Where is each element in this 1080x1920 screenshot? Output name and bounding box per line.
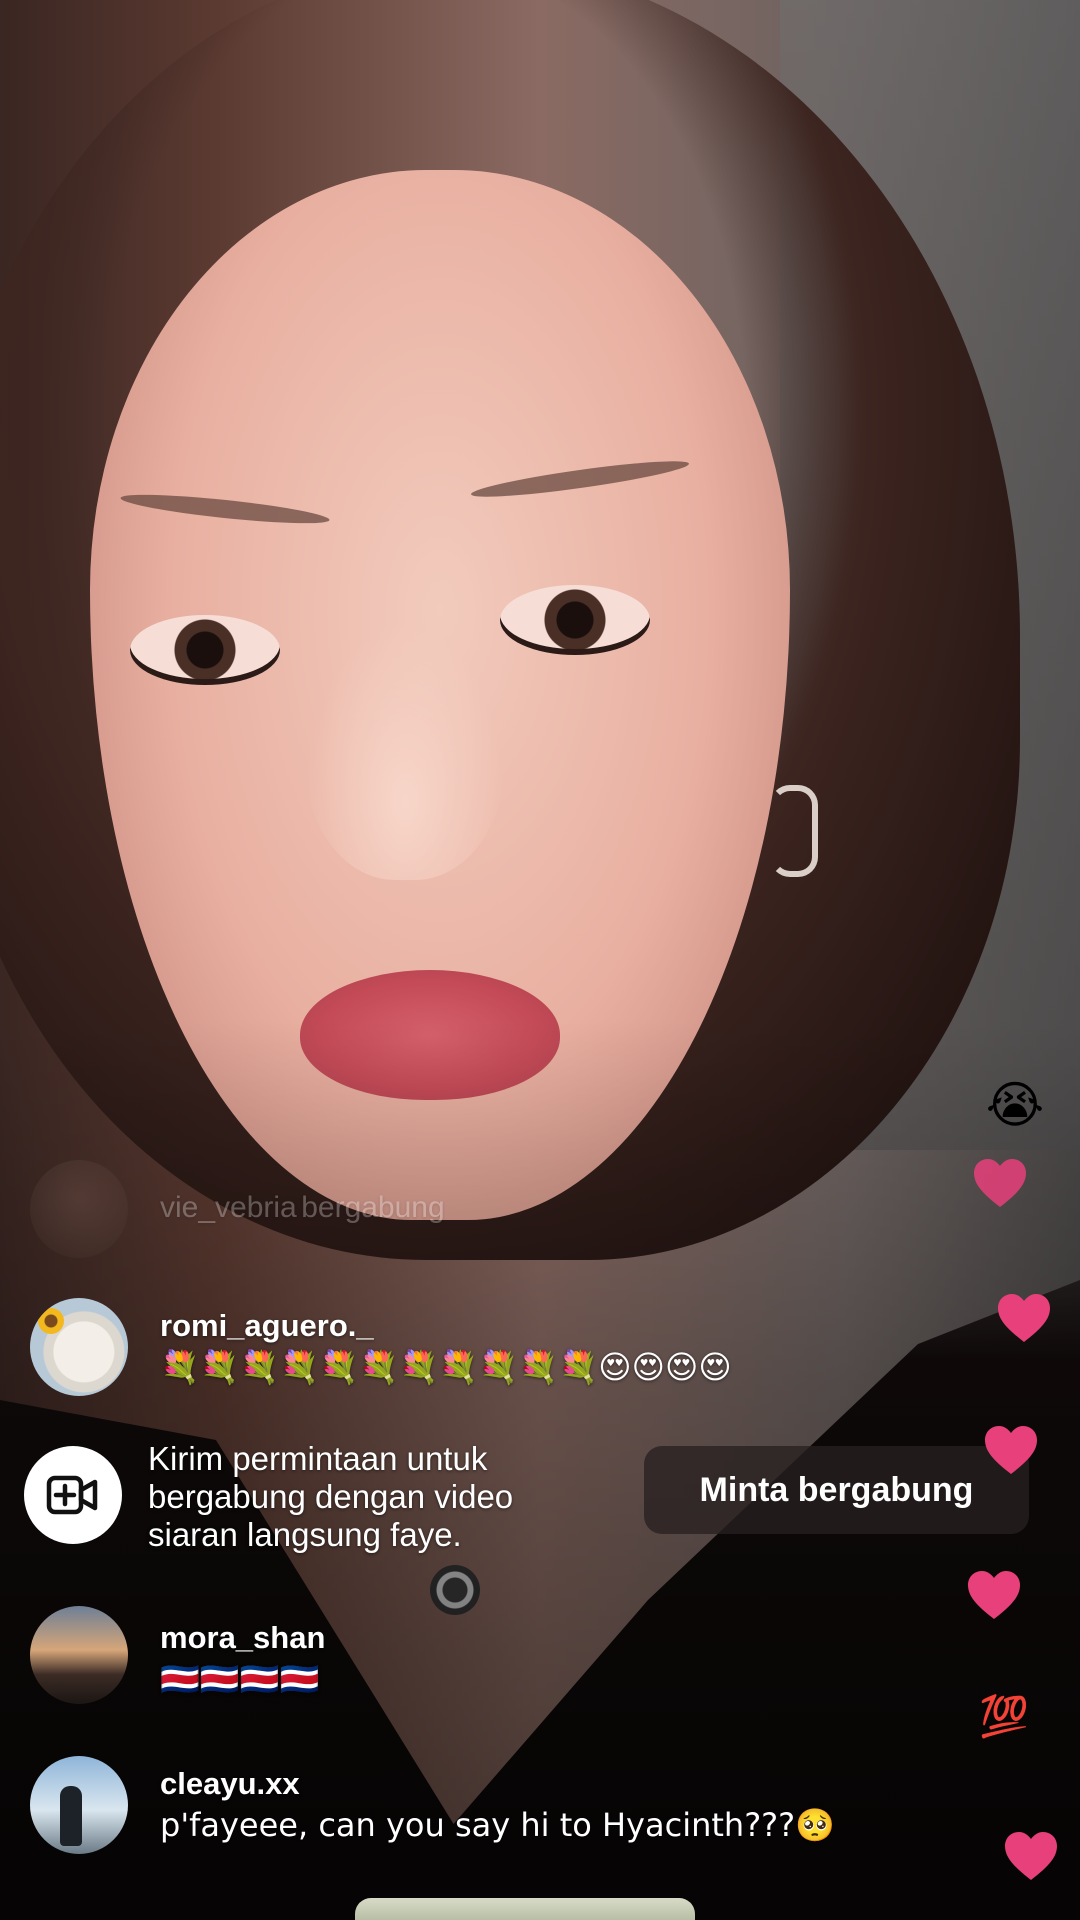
comment-faded: vie_vebria bergabung [30, 1160, 445, 1258]
comment-text: 🇨🇷🇨🇷🇨🇷🇨🇷 [160, 1660, 320, 1698]
request-join-button[interactable]: Minta bergabung [644, 1446, 1029, 1534]
avatar[interactable] [30, 1606, 128, 1704]
reaction-heart [972, 1155, 1028, 1211]
reaction-crying: 😭 [985, 1075, 1045, 1135]
heart-icon [968, 1571, 1020, 1619]
join-request-message: Kirim permintaan untuk bergabung dengan … [148, 1440, 514, 1553]
video-add-icon [46, 1475, 98, 1515]
reaction-hundred: 💯 [972, 1690, 1036, 1744]
live-video-feed: vie_vebria bergabung romi_aguero._ 💐💐💐💐💐… [0, 0, 1080, 1920]
reaction-heart [1003, 1828, 1059, 1884]
comment-item: romi_aguero._ 💐💐💐💐💐💐💐💐💐💐💐😍😍😍😍 [30, 1298, 732, 1396]
heart-icon [985, 1426, 1037, 1474]
reaction-heart [996, 1290, 1052, 1346]
avatar[interactable] [30, 1298, 128, 1396]
heart-icon [998, 1294, 1050, 1342]
comment-username[interactable]: mora_shan [160, 1618, 325, 1658]
comment-item: mora_shan 🇨🇷🇨🇷🇨🇷🇨🇷 [30, 1606, 325, 1704]
reaction-heart [983, 1422, 1039, 1478]
comment-text: 💐💐💐💐💐💐💐💐💐💐💐😍😍😍😍 [160, 1348, 732, 1386]
join-request-row: Kirim permintaan untuk bergabung dengan … [24, 1440, 588, 1554]
comment-item: cleayu.xx p'fayeee, can you say hi to Hy… [30, 1756, 835, 1854]
avatar[interactable] [30, 1160, 128, 1258]
heart-icon [974, 1159, 1026, 1207]
comment-username[interactable]: cleayu.xx [160, 1764, 835, 1804]
comment-text: p'fayeee, can you say hi to Hyacinth???🥺 [160, 1806, 835, 1844]
reaction-heart [966, 1567, 1022, 1623]
heart-icon [1005, 1832, 1057, 1880]
comment-username[interactable]: vie_vebria [160, 1191, 297, 1224]
avatar[interactable] [30, 1756, 128, 1854]
comment-text: bergabung [301, 1191, 445, 1224]
hundred-points-icon: 💯 [979, 1694, 1029, 1740]
live-comments-overlay: vie_vebria bergabung romi_aguero._ 💐💐💐💐💐… [0, 0, 1080, 1920]
crying-emoji-icon: 😭 [985, 1076, 1045, 1134]
join-request-icon-badge [24, 1446, 122, 1544]
comment-username[interactable]: romi_aguero._ [160, 1306, 732, 1346]
